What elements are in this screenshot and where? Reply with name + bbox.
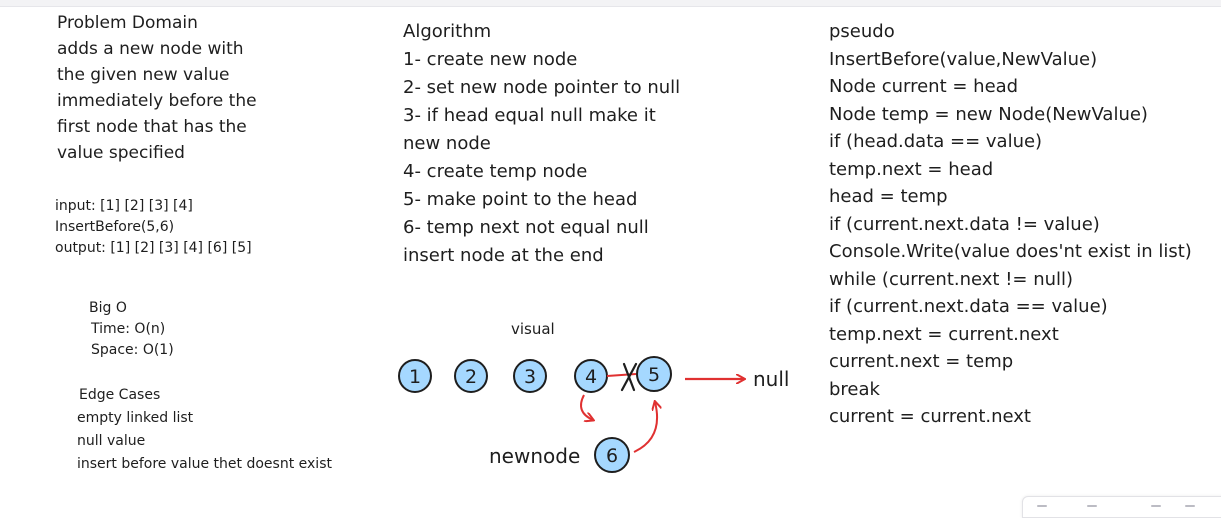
zoom-toolbar[interactable] — [1022, 496, 1221, 518]
zoom-out-icon[interactable] — [1037, 505, 1047, 507]
arrow-new-node-to-five — [633, 402, 657, 453]
svg-text:3: 3 — [524, 366, 536, 388]
list-node[interactable]: 5 — [636, 356, 672, 392]
zoom-level-indicator[interactable] — [1087, 505, 1097, 507]
list-node[interactable]: 3 — [513, 359, 547, 393]
svg-text:4: 4 — [585, 366, 597, 388]
zoom-in-icon[interactable] — [1151, 505, 1161, 507]
fit-view-icon[interactable] — [1185, 505, 1195, 507]
new-node-label: newnode — [489, 444, 580, 468]
broken-link-cross-icon — [620, 362, 638, 392]
null-label: null — [753, 367, 789, 391]
svg-text:6: 6 — [606, 445, 618, 467]
list-node[interactable]: 4 — [574, 359, 608, 393]
svg-text:1: 1 — [409, 366, 421, 388]
arrow-to-new-node — [580, 394, 593, 420]
new-node[interactable]: 6 — [594, 437, 630, 473]
list-node[interactable]: 1 — [398, 359, 432, 393]
list-node[interactable]: 2 — [454, 359, 488, 393]
svg-text:5: 5 — [648, 364, 660, 386]
linked-list-diagram: 1 2 3 4 5 null 6 newnode — [398, 356, 789, 473]
svg-text:2: 2 — [465, 366, 477, 388]
